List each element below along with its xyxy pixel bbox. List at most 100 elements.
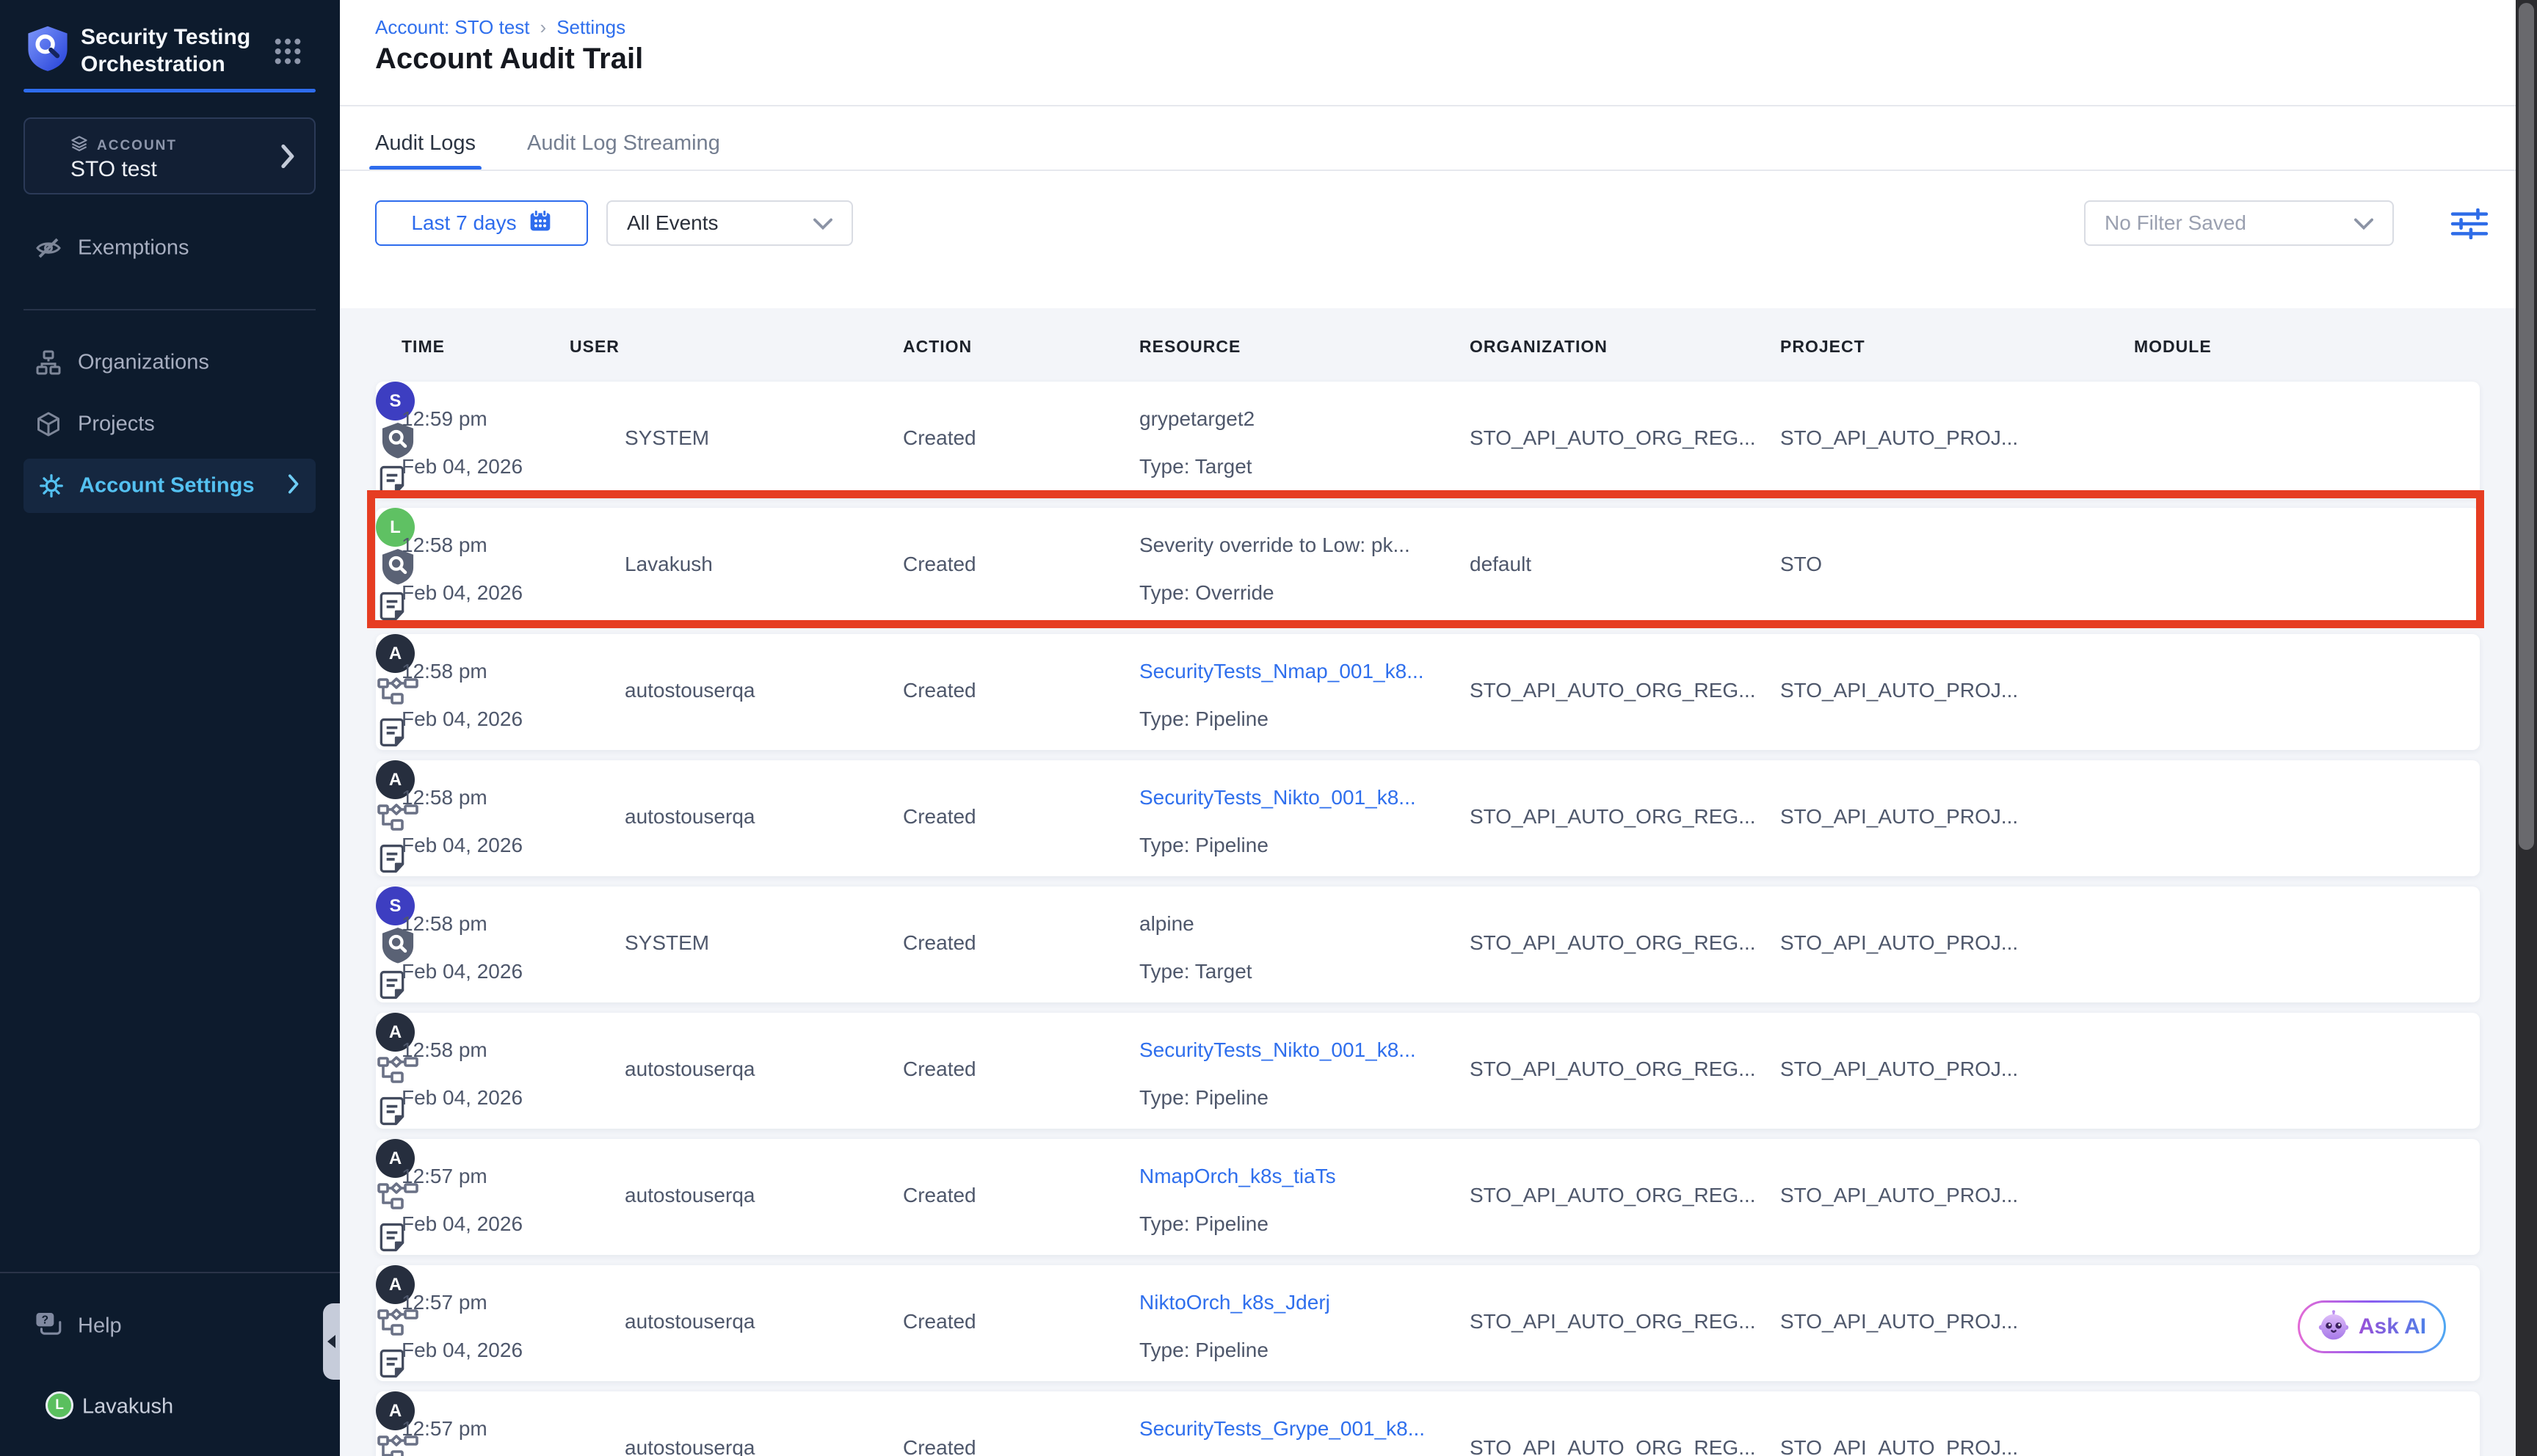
event-time: 12:59 pm xyxy=(402,401,523,437)
resource-name-link[interactable]: SecurityTests_Nikto_001_k8... xyxy=(1139,779,1416,816)
sidebar-item-help[interactable]: ? Help xyxy=(0,1300,323,1352)
user-name: Lavakush xyxy=(82,1395,173,1419)
resource-cell: SecurityTests_Nikto_001_k8... Type: Pipe… xyxy=(1139,779,1416,864)
resource-name-link[interactable]: SecurityTests_Nmap_001_k8... xyxy=(1139,653,1424,690)
resource-type: Type: Pipeline xyxy=(1139,701,1424,738)
collapse-left-icon xyxy=(327,1335,335,1348)
row-user-name: SYSTEM xyxy=(625,418,709,458)
saved-filter-value: No Filter Saved xyxy=(2105,211,2246,235)
project-cell: STO_API_AUTO_PROJ... xyxy=(1780,797,2018,837)
resource-cell: SecurityTests_Nikto_001_k8... Type: Pipe… xyxy=(1139,1032,1416,1116)
audit-log-row[interactable]: 12:57 pm Feb 04, 2026 A autostouserqa Cr… xyxy=(376,1265,2480,1381)
scrollbar-thumb[interactable] xyxy=(2519,3,2534,850)
time-cell: 12:58 pm Feb 04, 2026 xyxy=(402,527,523,611)
audit-log-row[interactable]: 12:58 pm Feb 04, 2026 A autostouserqa Cr… xyxy=(376,1013,2480,1129)
sto-logo-icon xyxy=(26,25,69,76)
tab-bar: Audit Logs Audit Log Streaming xyxy=(375,116,720,170)
action-cell: Created xyxy=(903,1176,976,1215)
resource-name-link[interactable]: NiktoOrch_k8s_Jderj xyxy=(1139,1284,1330,1321)
audit-log-row[interactable]: 12:58 pm Feb 04, 2026 S SYSTEM Created a… xyxy=(376,887,2480,1002)
organization-cell: STO_API_AUTO_ORG_REG... xyxy=(1470,797,1756,837)
date-range-label: Last 7 days xyxy=(411,211,516,235)
column-header-user: USER xyxy=(570,333,620,360)
project-cell: STO_API_AUTO_PROJ... xyxy=(1780,1302,2018,1342)
tab-audit-logs[interactable]: Audit Logs xyxy=(375,116,476,170)
event-date: Feb 04, 2026 xyxy=(402,827,523,864)
time-cell: 12:59 pm Feb 04, 2026 xyxy=(402,401,523,485)
resource-name-link[interactable]: NmapOrch_k8s_tiaTs xyxy=(1139,1158,1336,1195)
event-summary-icon[interactable] xyxy=(376,866,408,878)
audit-log-row[interactable]: 12:57 pm Feb 04, 2026 A autostouserqa Cr… xyxy=(376,1139,2480,1255)
audit-log-row[interactable]: 12:58 pm Feb 04, 2026 A autostouserqa Cr… xyxy=(376,634,2480,750)
audit-log-row[interactable]: 12:57 pm Feb 04, 2026 A autostouserqa Cr… xyxy=(376,1391,2480,1456)
breadcrumb-settings-link[interactable]: Settings xyxy=(556,16,625,39)
action-cell: Created xyxy=(903,671,976,710)
column-header-resource: RESOURCE xyxy=(1139,333,1241,360)
sidebar-user-menu[interactable]: L Lavakush xyxy=(0,1381,323,1433)
product-header: Security Testing Orchestration xyxy=(26,22,320,81)
cube-icon xyxy=(35,411,62,437)
ask-ai-button[interactable]: Ask AI xyxy=(2298,1300,2446,1353)
event-summary-icon[interactable] xyxy=(376,614,408,626)
chevron-down-icon xyxy=(813,211,832,235)
resource-cell: NmapOrch_k8s_tiaTs Type: Pipeline xyxy=(1139,1158,1336,1242)
account-name: STO test xyxy=(70,157,157,182)
tabs-divider xyxy=(340,170,2537,171)
resource-name-link[interactable]: Severity override to Low: pk... xyxy=(1139,527,1410,564)
audit-log-row[interactable]: 12:58 pm Feb 04, 2026 A autostouserqa Cr… xyxy=(376,760,2480,876)
sidebar-collapse-handle[interactable] xyxy=(323,1303,340,1380)
event-summary-icon[interactable] xyxy=(376,1245,408,1257)
event-time: 12:58 pm xyxy=(402,527,523,564)
events-filter-value: All Events xyxy=(627,211,719,235)
event-date: Feb 04, 2026 xyxy=(402,1206,523,1242)
resource-name-link[interactable]: grypetarget2 xyxy=(1139,401,1255,437)
resource-cell: alpine Type: Target xyxy=(1139,906,1252,990)
organization-cell: STO_API_AUTO_ORG_REG... xyxy=(1470,1428,1756,1456)
organization-cell: STO_API_AUTO_ORG_REG... xyxy=(1470,923,1756,963)
event-summary-icon[interactable] xyxy=(376,740,408,752)
resource-name-link[interactable]: SecurityTests_Grype_001_k8... xyxy=(1139,1410,1425,1447)
audit-log-row[interactable]: 12:58 pm Feb 04, 2026 L Lavakush Created… xyxy=(376,508,2480,624)
resource-name-link[interactable]: SecurityTests_Nikto_001_k8... xyxy=(1139,1032,1416,1069)
event-summary-icon[interactable] xyxy=(376,1371,408,1383)
resource-cell: SecurityTests_Grype_001_k8... Type: Pipe… xyxy=(1139,1410,1425,1456)
help-chat-icon: ? xyxy=(35,1311,63,1342)
event-summary-icon[interactable] xyxy=(376,487,408,500)
event-summary-icon[interactable] xyxy=(376,992,408,1005)
organization-cell: STO_API_AUTO_ORG_REG... xyxy=(1470,1176,1756,1215)
resource-cell: Severity override to Low: pk... Type: Ov… xyxy=(1139,527,1410,611)
breadcrumb-account-link[interactable]: Account: STO test xyxy=(375,16,530,39)
sidebar-item-organizations[interactable]: Organizations xyxy=(0,337,340,388)
action-cell: Created xyxy=(903,923,976,963)
sidebar-item-exemptions[interactable]: Exemptions xyxy=(0,222,340,274)
event-summary-icon[interactable] xyxy=(376,1118,408,1131)
ask-ai-label: Ask AI xyxy=(2359,1314,2426,1339)
time-cell: 12:58 pm Feb 04, 2026 xyxy=(402,779,523,864)
resource-type: Type: Pipeline xyxy=(1139,827,1416,864)
gear-icon xyxy=(38,473,65,499)
sidebar-item-account-settings[interactable]: Account Settings xyxy=(23,459,316,513)
event-time: 12:58 pm xyxy=(402,906,523,942)
breadcrumb: Account: STO test › Settings xyxy=(375,16,625,39)
resource-type: Type: Override xyxy=(1139,575,1410,611)
events-filter-select[interactable]: All Events xyxy=(606,200,853,246)
event-date: Feb 04, 2026 xyxy=(402,1332,523,1369)
account-scope-selector[interactable]: ACCOUNT STO test xyxy=(23,117,316,194)
time-cell: 12:58 pm Feb 04, 2026 xyxy=(402,1032,523,1116)
resource-name-link[interactable]: alpine xyxy=(1139,906,1252,942)
account-scope-label: ACCOUNT xyxy=(70,135,177,157)
sidebar-item-projects[interactable]: Projects xyxy=(0,398,340,450)
event-time: 12:58 pm xyxy=(402,653,523,690)
event-time: 12:57 pm xyxy=(402,1284,523,1321)
action-cell: Created xyxy=(903,545,976,584)
page-scrollbar[interactable] xyxy=(2516,0,2537,1456)
event-date: Feb 04, 2026 xyxy=(402,1080,523,1116)
filter-sliders-icon[interactable] xyxy=(2448,208,2491,243)
tab-audit-log-streaming[interactable]: Audit Log Streaming xyxy=(527,116,720,170)
date-range-button[interactable]: Last 7 days xyxy=(375,200,588,246)
audit-log-row[interactable]: 12:59 pm Feb 04, 2026 S SYSTEM Created g… xyxy=(376,382,2480,498)
saved-filter-select[interactable]: No Filter Saved xyxy=(2084,200,2394,246)
project-cell: STO_API_AUTO_PROJ... xyxy=(1780,418,2018,458)
column-header-organization: ORGANIZATION xyxy=(1470,333,1608,360)
app-grid-icon[interactable] xyxy=(273,37,302,70)
